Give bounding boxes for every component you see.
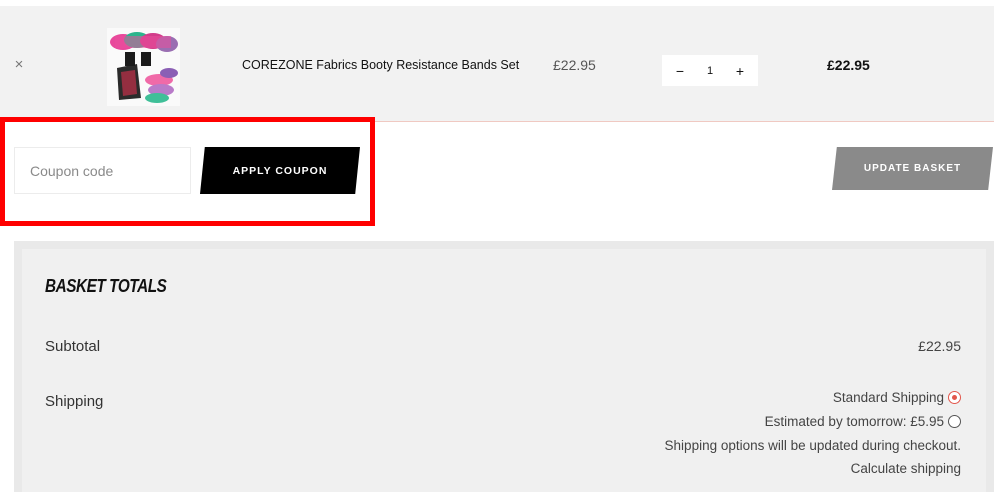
shipping-option-label: Estimated by tomorrow: £5.95 [764, 414, 944, 429]
basket-totals-title: BASKET TOTALS [45, 276, 167, 296]
shipping-label: Shipping [45, 393, 104, 410]
remove-item-icon[interactable]: × [12, 57, 26, 72]
product-name[interactable]: COREZONE Fabrics Booty Resistance Bands … [242, 58, 519, 72]
basket-totals-panel: BASKET TOTALS Subtotal £22.95 Shipping S… [14, 241, 994, 492]
calculate-shipping-link[interactable]: Calculate shipping [851, 461, 961, 476]
apply-coupon-button[interactable]: APPLY COUPON [200, 147, 360, 194]
quantity-stepper[interactable]: − 1 + [662, 55, 758, 86]
subtotal-label: Subtotal [45, 338, 101, 355]
unit-price: £22.95 [553, 57, 596, 73]
quantity-increase-button[interactable]: + [734, 63, 746, 79]
line-total: £22.95 [827, 57, 870, 73]
resistance-bands-image [107, 28, 180, 106]
shipping-option-tomorrow[interactable]: Estimated by tomorrow: £5.95 [765, 414, 961, 429]
shipping-note-text: Shipping options will be updated during … [664, 438, 961, 453]
radio-unselected-icon[interactable] [948, 415, 961, 428]
product-thumbnail[interactable] [107, 28, 180, 106]
quantity-decrease-button[interactable]: − [674, 63, 686, 79]
calculate-shipping-label[interactable]: Calculate shipping [851, 461, 961, 476]
update-basket-button[interactable]: UPDATE BASKET [832, 147, 993, 190]
subtotal-value: £22.95 [918, 338, 961, 354]
shipping-option-label: Standard Shipping [832, 390, 944, 405]
radio-selected-icon[interactable] [948, 391, 961, 404]
shipping-note: Shipping options will be updated during … [665, 438, 961, 453]
coupon-code-input[interactable] [14, 147, 191, 194]
shipping-option-standard[interactable]: Standard Shipping [833, 390, 961, 405]
cart-item-row: × COREZONE Fabrics Booty Resistance Band… [0, 6, 994, 122]
quantity-value[interactable]: 1 [707, 65, 713, 77]
